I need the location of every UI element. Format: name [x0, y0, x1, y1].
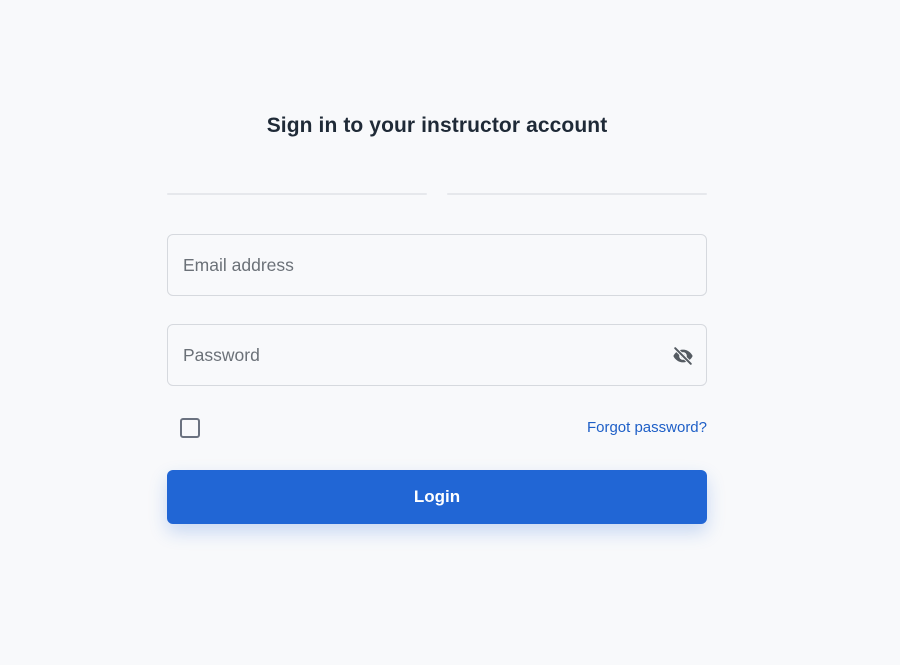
password-field-container: [167, 324, 707, 386]
remember-me-checkbox[interactable]: [180, 418, 200, 438]
divider-left: [167, 193, 427, 195]
divider-right: [447, 193, 707, 195]
email-field-container: [167, 234, 707, 296]
login-button[interactable]: Login: [167, 470, 707, 524]
email-field[interactable]: [168, 235, 706, 295]
page-title: Sign in to your instructor account: [266, 114, 608, 137]
forgot-password-link[interactable]: Forgot password?: [587, 419, 707, 436]
password-field[interactable]: [168, 325, 706, 385]
login-page: Sign in to your instructor account Forgo…: [0, 0, 900, 665]
eye-slash-icon[interactable]: [672, 345, 694, 367]
